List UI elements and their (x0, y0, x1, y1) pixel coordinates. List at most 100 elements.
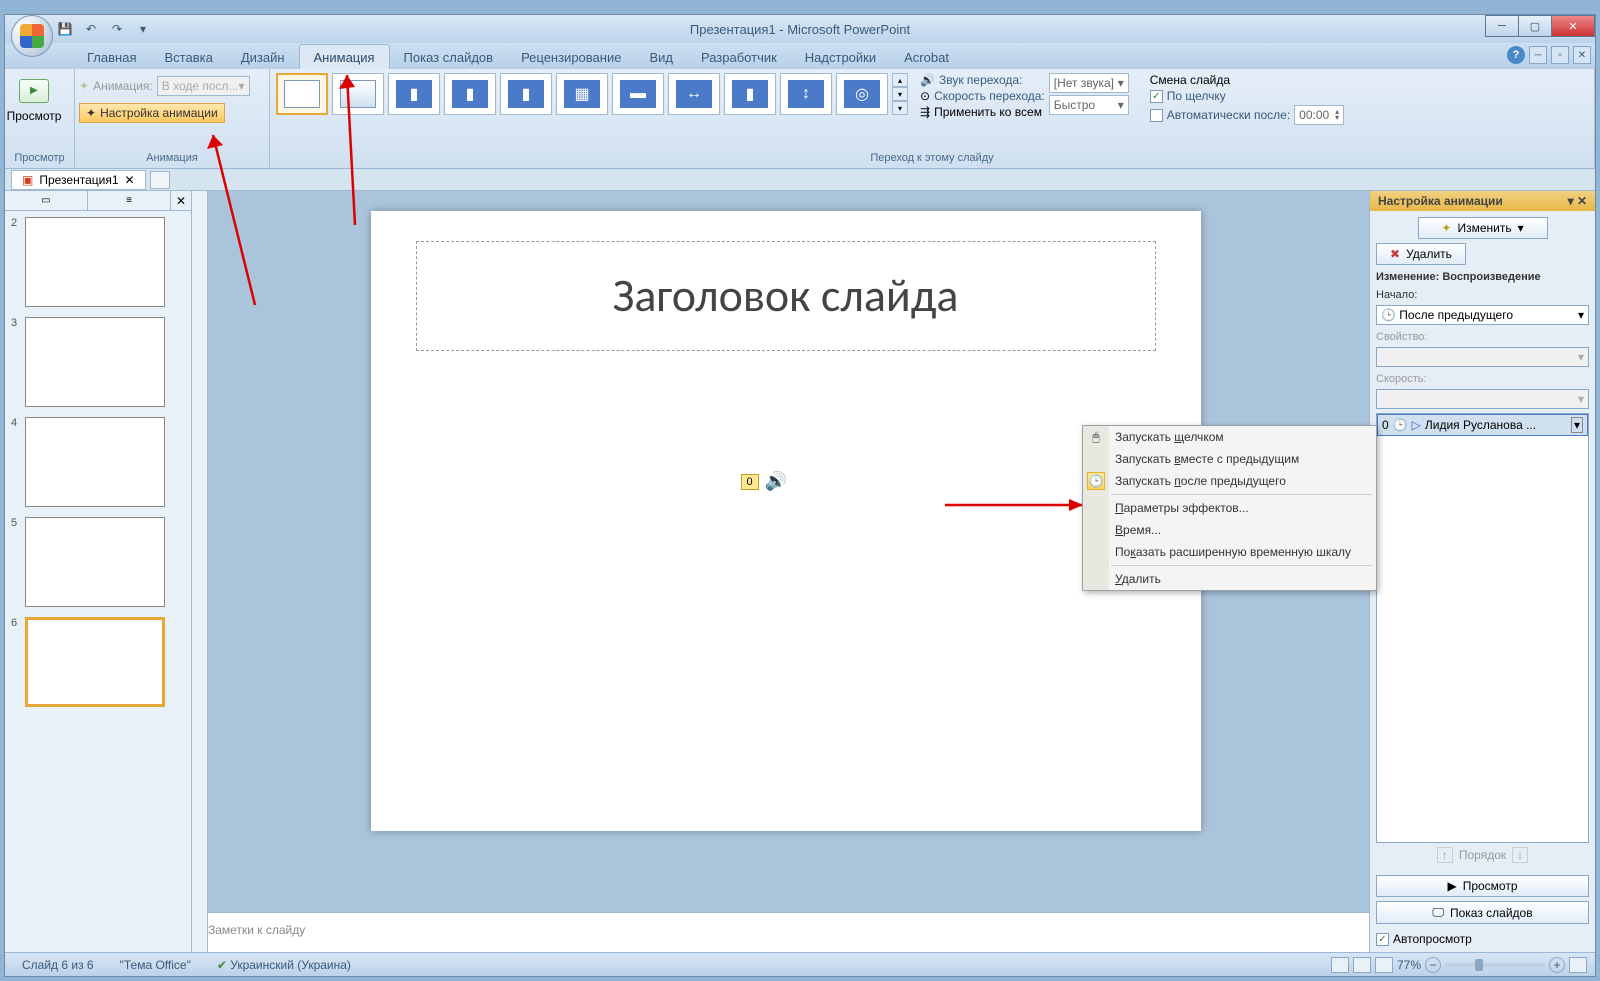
play-button[interactable]: ▶ Просмотр (1376, 875, 1589, 897)
office-button[interactable] (11, 15, 53, 57)
slideshow-button[interactable]: 🖵 Показ слайдов (1376, 901, 1589, 924)
theme-status[interactable]: "Тема Office" (111, 955, 200, 975)
animation-context-menu: 🖱 Запускать щелчком Запускать вместе с п… (1082, 425, 1377, 591)
transition-none[interactable] (276, 73, 328, 115)
transition-item[interactable]: ▬ (612, 73, 664, 115)
transition-item[interactable]: ▮ (388, 73, 440, 115)
normal-view-button[interactable] (1331, 957, 1349, 973)
tab-animations[interactable]: Анимация (299, 44, 390, 69)
transition-item[interactable]: ▮ (724, 73, 776, 115)
transition-item[interactable]: ▦ (556, 73, 608, 115)
slides-tab[interactable]: ▭ (5, 191, 88, 210)
custom-animation-pane: Настройка анимации ▾ ✕ ✦ Изменить ▾ ✖ Уд… (1369, 191, 1595, 952)
slide-thumb[interactable]: 4 (11, 417, 185, 507)
doc-restore-button[interactable]: ▫ (1551, 46, 1569, 64)
menu-remove[interactable]: Удалить (1083, 568, 1376, 590)
apply-to-all-button[interactable]: ⇶ Применить ко всем (920, 105, 1045, 119)
zoom-in-icon[interactable]: + (1549, 957, 1565, 973)
tab-developer[interactable]: Разработчик (687, 45, 791, 69)
outline-tab[interactable]: ≡ (88, 191, 171, 210)
menu-start-after-previous[interactable]: 🕒 Запускать после предыдущего (1083, 470, 1376, 492)
document-tab[interactable]: ▣ Презентация1 ✕ (11, 170, 146, 190)
on-click-checkbox[interactable]: ✓ (1150, 90, 1163, 103)
animation-order-tag: 0 (741, 474, 759, 490)
animate-dropdown[interactable]: В ходе посл...▾ (157, 76, 250, 96)
fit-to-window-button[interactable] (1569, 957, 1587, 973)
autopreview-checkbox[interactable]: ✓ (1376, 933, 1389, 946)
transition-speed-label: Скорость перехода: (934, 89, 1045, 103)
tab-design[interactable]: Дизайн (227, 45, 299, 69)
title-placeholder[interactable]: Заголовок слайда (416, 241, 1156, 351)
sorter-view-button[interactable] (1353, 957, 1371, 973)
minimize-button[interactable]: ─ (1485, 15, 1519, 37)
qat-more-icon[interactable]: ▾ (133, 19, 153, 39)
title-bar: 💾 ↶ ↷ ▾ Презентация1 - Microsoft PowerPo… (5, 15, 1595, 43)
menu-timing[interactable]: Время... (1083, 519, 1376, 541)
close-pane-icon[interactable]: ✕ (1577, 194, 1587, 208)
animation-list-item[interactable]: 0 🕒 ▷ Лидия Русланова ... ▾ (1377, 414, 1588, 436)
transition-item[interactable] (332, 73, 384, 115)
slide-thumb[interactable]: 5 (11, 517, 185, 607)
slide-panel: ▭ ≡ ✕ 2 3 4 5 6 (5, 191, 192, 952)
transition-item[interactable]: ▮ (444, 73, 496, 115)
slide-thumb[interactable]: 2 (11, 217, 185, 307)
auto-after-checkbox[interactable] (1150, 109, 1163, 122)
tab-view[interactable]: Вид (635, 45, 687, 69)
doc-close-button[interactable]: ✕ (1573, 46, 1591, 64)
group-preview-label: Просмотр (9, 150, 70, 166)
slide-thumb-selected[interactable]: 6 (11, 617, 185, 707)
help-icon[interactable]: ? (1507, 46, 1525, 64)
menu-effect-options[interactable]: Параметры эффектов... (1083, 497, 1376, 519)
transition-item[interactable]: ▮ (500, 73, 552, 115)
slide-canvas[interactable]: Заголовок слайда 0 🔊 (371, 211, 1201, 831)
gear-star-icon: ✦ (86, 106, 96, 120)
sound-object[interactable]: 0 🔊 (741, 471, 788, 492)
pane-menu-icon[interactable]: ▾ (1568, 194, 1574, 208)
ribbon: Просмотр Просмотр ✦ Анимация: В ходе пос… (5, 69, 1595, 169)
close-button[interactable]: ✕ (1551, 15, 1595, 37)
close-panel-icon[interactable]: ✕ (171, 191, 191, 210)
language-status[interactable]: ✔ Украинский (Украина) (208, 955, 360, 975)
custom-animation-button[interactable]: ✦ Настройка анимации (79, 103, 225, 123)
undo-icon[interactable]: ↶ (81, 19, 101, 39)
spellcheck-icon: ✔ (217, 958, 227, 972)
transition-item[interactable]: ↔ (668, 73, 720, 115)
redo-icon[interactable]: ↷ (107, 19, 127, 39)
tab-acrobat[interactable]: Acrobat (890, 45, 963, 69)
notes-pane[interactable]: Заметки к слайду (192, 912, 1369, 952)
slideshow-view-button[interactable] (1375, 957, 1393, 973)
zoom-out-icon[interactable]: − (1425, 957, 1441, 973)
transition-item[interactable]: ↕ (780, 73, 832, 115)
tab-review[interactable]: Рецензирование (507, 45, 635, 69)
tab-insert[interactable]: Вставка (150, 45, 226, 69)
sound-dropdown[interactable]: [Нет звука]▾ (1049, 73, 1129, 93)
doc-minimize-button[interactable]: ─ (1529, 46, 1547, 64)
close-tab-icon[interactable]: ✕ (125, 173, 135, 187)
preview-button[interactable]: Просмотр (9, 71, 59, 123)
animate-label: Анимация: (93, 79, 153, 93)
transition-item[interactable]: ◎ (836, 73, 888, 115)
speed-dropdown[interactable]: Быстро▾ (1049, 95, 1129, 115)
tab-slideshow[interactable]: Показ слайдов (390, 45, 508, 69)
tab-home[interactable]: Главная (73, 45, 150, 69)
menu-start-with-previous[interactable]: Запускать вместе с предыдущим (1083, 448, 1376, 470)
menu-show-timeline[interactable]: Показать расширенную временную шкалу (1083, 541, 1376, 563)
save-icon[interactable]: 💾 (55, 19, 75, 39)
status-bar: Слайд 6 из 6 "Тема Office" ✔ Украинский … (5, 952, 1595, 976)
item-dropdown-icon[interactable]: ▾ (1571, 417, 1583, 433)
remove-effect-button[interactable]: ✖ Удалить (1376, 243, 1466, 265)
slide-count-status[interactable]: Слайд 6 из 6 (13, 955, 103, 975)
zoom-slider[interactable] (1445, 963, 1545, 967)
tab-addins[interactable]: Надстройки (791, 45, 890, 69)
move-up-icon[interactable]: ↑ (1437, 847, 1453, 863)
change-effect-button[interactable]: ✦ Изменить ▾ (1418, 217, 1548, 239)
gallery-more[interactable]: ▴▾▾ (892, 73, 908, 115)
auto-after-spinner[interactable]: 00:00▴▾ (1294, 105, 1344, 125)
menu-start-on-click[interactable]: 🖱 Запускать щелчком (1083, 426, 1376, 448)
zoom-percent[interactable]: 77% (1397, 958, 1421, 972)
start-dropdown[interactable]: 🕒 После предыдущего ▾ (1376, 305, 1589, 325)
maximize-button[interactable]: ▢ (1518, 15, 1552, 37)
move-down-icon[interactable]: ↓ (1512, 847, 1528, 863)
new-tab-button[interactable] (150, 171, 170, 189)
slide-thumb[interactable]: 3 (11, 317, 185, 407)
